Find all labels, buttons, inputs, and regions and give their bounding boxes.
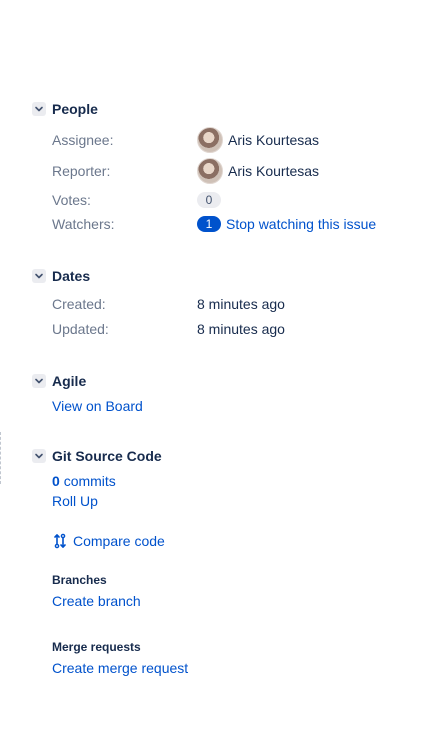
create-merge-row: Create merge request	[52, 657, 188, 679]
chevron-down-icon[interactable]	[32, 102, 46, 116]
compare-code-label: Compare code	[73, 533, 165, 549]
view-on-board-link[interactable]: View on Board	[52, 398, 143, 414]
commits-count: 0	[52, 473, 60, 489]
agile-header[interactable]: Agile	[32, 371, 412, 391]
git-header[interactable]: Git Source Code	[32, 446, 412, 466]
branches-heading: Branches	[52, 573, 107, 587]
merge-requests-heading: Merge requests	[52, 640, 141, 654]
updated-value: 8 minutes ago	[197, 321, 285, 337]
agile-title: Agile	[52, 373, 87, 389]
votes-label: Votes:	[52, 192, 91, 208]
avatar	[197, 158, 223, 184]
compare-arrows-icon	[54, 533, 66, 549]
commits-label: commits	[63, 473, 116, 489]
people-title: People	[52, 101, 98, 117]
compare-row: Compare code	[52, 530, 165, 552]
stop-watching-link[interactable]: Stop watching this issue	[226, 216, 376, 232]
commits-row: 0 commits	[52, 470, 116, 492]
commits-link[interactable]: 0 commits	[52, 473, 116, 489]
dates-title: Dates	[52, 268, 91, 284]
votes-badge[interactable]: 0	[197, 192, 221, 208]
git-section: Git Source Code 0 commits Roll Up Compar…	[32, 446, 412, 686]
assignee-name: Aris Kourtesas	[228, 132, 320, 148]
roll-up-link[interactable]: Roll Up	[52, 493, 98, 509]
chevron-down-icon[interactable]	[32, 449, 46, 463]
rollup-row: Roll Up	[52, 490, 98, 512]
assignee-label: Assignee:	[52, 132, 114, 148]
create-merge-request-link[interactable]: Create merge request	[52, 660, 188, 676]
watchers-value: 1 Stop watching this issue	[197, 216, 376, 232]
created-label: Created:	[52, 296, 106, 312]
git-title: Git Source Code	[52, 448, 162, 464]
branches-heading-row: Branches	[52, 569, 107, 591]
votes-value: 0	[197, 192, 221, 208]
dates-header[interactable]: Dates	[32, 266, 412, 286]
updated-label: Updated:	[52, 321, 109, 337]
watchers-label: Watchers:	[52, 216, 115, 232]
create-branch-row: Create branch	[52, 590, 141, 612]
merge-heading-row: Merge requests	[52, 636, 141, 658]
chevron-down-icon[interactable]	[32, 374, 46, 388]
issue-sidebar: People Assignee: Aris Kourtesas Reporter…	[0, 0, 424, 732]
people-header[interactable]: People	[32, 99, 412, 119]
people-section: People Assignee: Aris Kourtesas Reporter…	[32, 99, 412, 239]
create-branch-link[interactable]: Create branch	[52, 593, 141, 609]
agile-section: Agile View on Board	[32, 371, 412, 421]
watchers-badge[interactable]: 1	[197, 216, 221, 232]
assignee-value[interactable]: Aris Kourtesas	[197, 127, 319, 153]
reporter-value[interactable]: Aris Kourtesas	[197, 158, 319, 184]
panel-divider	[0, 432, 2, 484]
agile-row: View on Board	[52, 395, 143, 417]
avatar	[197, 127, 223, 153]
chevron-down-icon[interactable]	[32, 269, 46, 283]
compare-code-link[interactable]: Compare code	[52, 533, 165, 549]
created-value: 8 minutes ago	[197, 296, 285, 312]
reporter-label: Reporter:	[52, 163, 111, 179]
dates-section: Dates Created: 8 minutes ago Updated: 8 …	[32, 266, 412, 346]
reporter-name: Aris Kourtesas	[228, 163, 320, 179]
